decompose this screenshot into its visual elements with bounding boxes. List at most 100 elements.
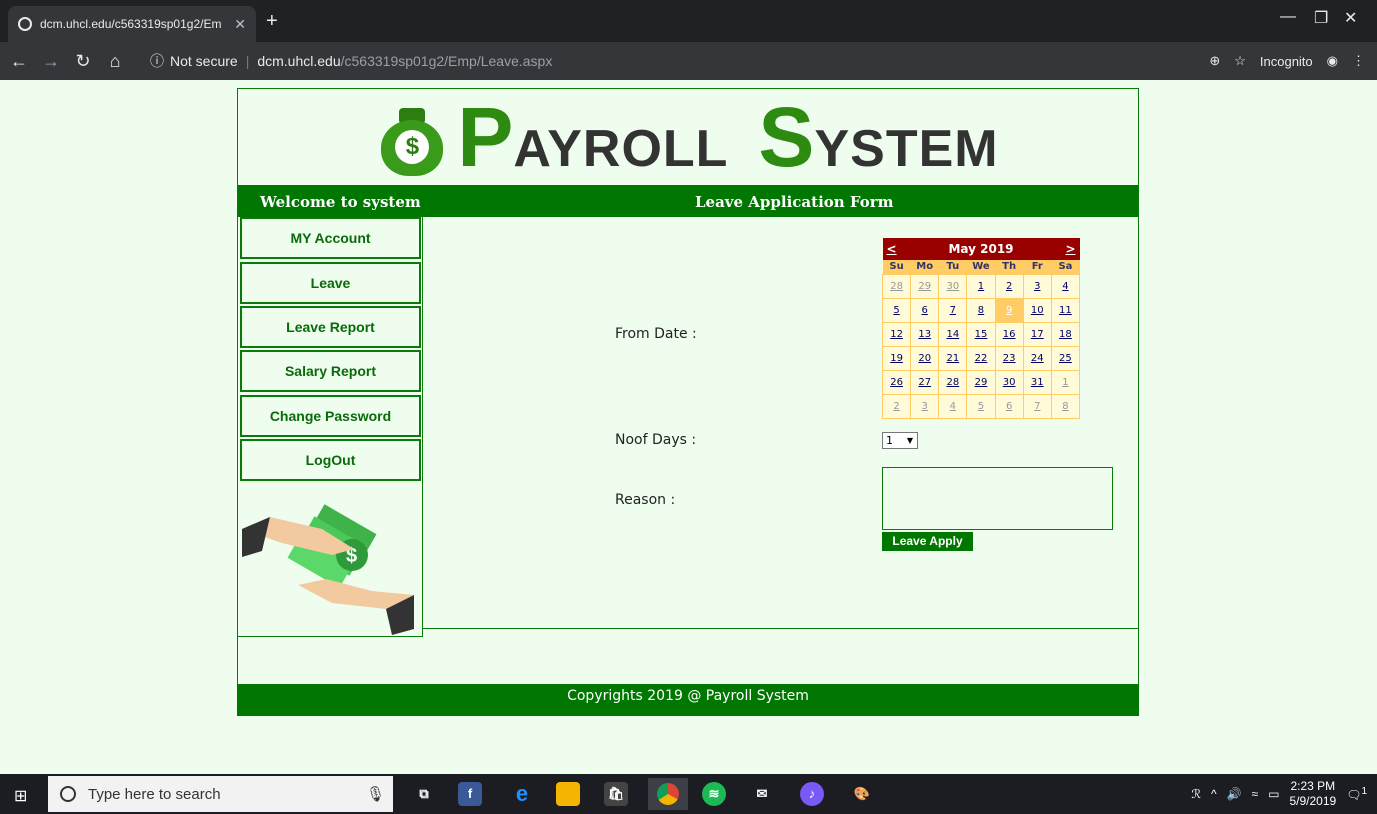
noof-days-select[interactable]: 1 ▼ — [882, 432, 918, 449]
calendar-prev[interactable]: < — [887, 242, 897, 256]
calendar-day[interactable]: 18 — [1050, 321, 1081, 347]
calendar-day[interactable]: 21 — [938, 345, 968, 371]
calendar-day-selected[interactable]: 9 — [994, 297, 1024, 323]
browser-tab[interactable]: dcm.uhcl.edu/c563319sp01g2/Em ✕ — [8, 6, 256, 42]
paint-icon[interactable]: 🎨 — [850, 782, 874, 806]
calendar-week: 12 13 14 15 16 17 18 — [881, 321, 1081, 347]
calendar-day[interactable]: 5 — [966, 393, 996, 419]
facebook-icon[interactable]: f — [458, 782, 482, 806]
sidebar-item-leave[interactable]: Leave — [240, 262, 421, 304]
restore-icon[interactable]: ❐ — [1314, 8, 1328, 28]
chevron-up-icon[interactable]: ^ — [1211, 787, 1217, 801]
calendar-day[interactable]: 26 — [881, 369, 912, 395]
forward-icon[interactable]: → — [38, 51, 64, 72]
close-window-icon[interactable]: ✕ — [1344, 8, 1357, 28]
calendar-day[interactable]: 10 — [1022, 297, 1052, 323]
taskbar-search[interactable]: Type here to search 🎙 — [48, 776, 393, 812]
calendar-day[interactable]: 2 — [994, 273, 1024, 299]
edge-icon[interactable]: e — [510, 782, 534, 806]
calendar-day[interactable]: 29 — [966, 369, 996, 395]
reason-textarea[interactable] — [882, 467, 1113, 530]
calendar-day[interactable]: 6 — [910, 297, 940, 323]
sidebar-item-leave-report[interactable]: Leave Report — [240, 306, 421, 348]
sidebar-item-logout[interactable]: LogOut — [240, 439, 421, 481]
itunes-icon[interactable]: ♪ — [800, 782, 824, 806]
minimize-icon[interactable]: — — [1280, 8, 1296, 26]
calendar-day[interactable]: 15 — [966, 321, 996, 347]
sidebar-item-change-password[interactable]: Change Password — [240, 395, 421, 437]
close-tab-icon[interactable]: ✕ — [234, 16, 246, 33]
calendar-day[interactable]: 23 — [994, 345, 1024, 371]
calendar-day[interactable]: 12 — [881, 321, 912, 347]
sidebar-item-salary-report[interactable]: Salary Report — [240, 350, 421, 392]
calendar-day[interactable]: 29 — [910, 273, 940, 299]
reload-icon[interactable]: ↻ — [70, 51, 96, 72]
calendar-day[interactable]: 28 — [881, 273, 912, 299]
calendar-day[interactable]: 30 — [994, 369, 1024, 395]
calendar-week: 28 29 30 1 2 3 4 — [881, 273, 1081, 299]
calendar-day[interactable]: 16 — [994, 321, 1024, 347]
calendar-day[interactable]: 30 — [938, 273, 968, 299]
calendar-day[interactable]: 22 — [966, 345, 996, 371]
people-icon[interactable]: ℛ — [1191, 787, 1201, 801]
sidebar-item-my-account[interactable]: MY Account — [240, 217, 421, 259]
store-icon[interactable]: 🛍 — [604, 782, 628, 806]
calendar-day[interactable]: 1 — [966, 273, 996, 299]
calendar-day[interactable]: 31 — [1022, 369, 1052, 395]
system-tray: ℛ ^ 🔊 ≈ ▭ 2:23 PM 5/9/2019 🗨1 — [1191, 774, 1367, 814]
zoom-icon[interactable]: ⊕ — [1209, 53, 1220, 69]
menu-icon[interactable]: ⋮ — [1352, 53, 1365, 69]
calendar-day[interactable]: 25 — [1050, 345, 1081, 371]
chrome-icon[interactable] — [648, 778, 688, 810]
incognito-label[interactable]: Incognito — [1260, 54, 1313, 69]
globe-icon — [18, 17, 32, 31]
calendar-week: 26 27 28 29 30 31 1 — [881, 369, 1081, 395]
home-icon[interactable]: ⌂ — [102, 51, 128, 72]
calendar-day[interactable]: 11 — [1050, 297, 1081, 323]
new-tab-icon[interactable]: + — [266, 10, 278, 33]
banner-title: P AYROLL S YSTEM — [457, 89, 999, 184]
windows-start-icon[interactable]: ⊞ — [14, 786, 27, 806]
microphone-icon[interactable]: 🎙 — [366, 785, 385, 803]
notification-icon[interactable]: 🗨1 — [1346, 786, 1367, 802]
battery-icon[interactable]: ▭ — [1268, 787, 1279, 801]
calendar-day[interactable]: 28 — [938, 369, 968, 395]
calendar-day[interactable]: 4 — [938, 393, 968, 419]
calendar-day[interactable]: 5 — [881, 297, 912, 323]
calendar-next[interactable]: > — [1065, 242, 1075, 256]
back-icon[interactable]: ← — [6, 51, 32, 72]
info-icon[interactable]: ⓘ — [150, 51, 164, 71]
calendar-day[interactable]: 20 — [910, 345, 940, 371]
calendar-day[interactable]: 3 — [1022, 273, 1052, 299]
calendar-day[interactable]: 7 — [1022, 393, 1052, 419]
calendar-day[interactable]: 4 — [1050, 273, 1081, 299]
address-bar[interactable]: ⓘ Not secure | dcm.uhcl.edu /c563319sp01… — [150, 47, 1230, 75]
calendar-day[interactable]: 8 — [1050, 393, 1081, 419]
calendar-day[interactable]: 14 — [938, 321, 968, 347]
reason-label: Reason : — [615, 492, 676, 508]
calendar-day[interactable]: 8 — [966, 297, 996, 323]
browser-tabstrip: dcm.uhcl.edu/c563319sp01g2/Em ✕ + — ❐ ✕ — [0, 0, 1377, 42]
clock[interactable]: 2:23 PM 5/9/2019 — [1289, 779, 1336, 809]
calendar-day[interactable]: 13 — [910, 321, 940, 347]
calendar-day[interactable]: 19 — [881, 345, 912, 371]
calendar-day[interactable]: 24 — [1022, 345, 1052, 371]
chevron-down-icon: ▼ — [906, 436, 913, 445]
calendar-day[interactable]: 6 — [994, 393, 1024, 419]
calendar-day[interactable]: 2 — [881, 393, 912, 419]
calendar-day[interactable]: 17 — [1022, 321, 1052, 347]
file-explorer-icon[interactable] — [556, 782, 580, 806]
sidebar: MY Account Leave Leave Report Salary Rep… — [238, 217, 423, 637]
calendar-day[interactable]: 1 — [1050, 369, 1081, 395]
weekday-label: Th — [995, 260, 1024, 274]
calendar-day[interactable]: 7 — [938, 297, 968, 323]
leave-apply-button[interactable]: Leave Apply — [882, 532, 973, 551]
volume-icon[interactable]: 🔊 — [1227, 787, 1242, 801]
task-view-icon[interactable]: ⧉ — [412, 782, 436, 806]
wifi-icon[interactable]: ≈ — [1252, 787, 1259, 801]
mail-icon[interactable]: ✉ — [750, 782, 774, 806]
spotify-icon[interactable]: ≋ — [702, 782, 726, 806]
calendar-day[interactable]: 27 — [910, 369, 940, 395]
bookmark-star-icon[interactable]: ☆ — [1234, 53, 1246, 69]
calendar-day[interactable]: 3 — [910, 393, 940, 419]
